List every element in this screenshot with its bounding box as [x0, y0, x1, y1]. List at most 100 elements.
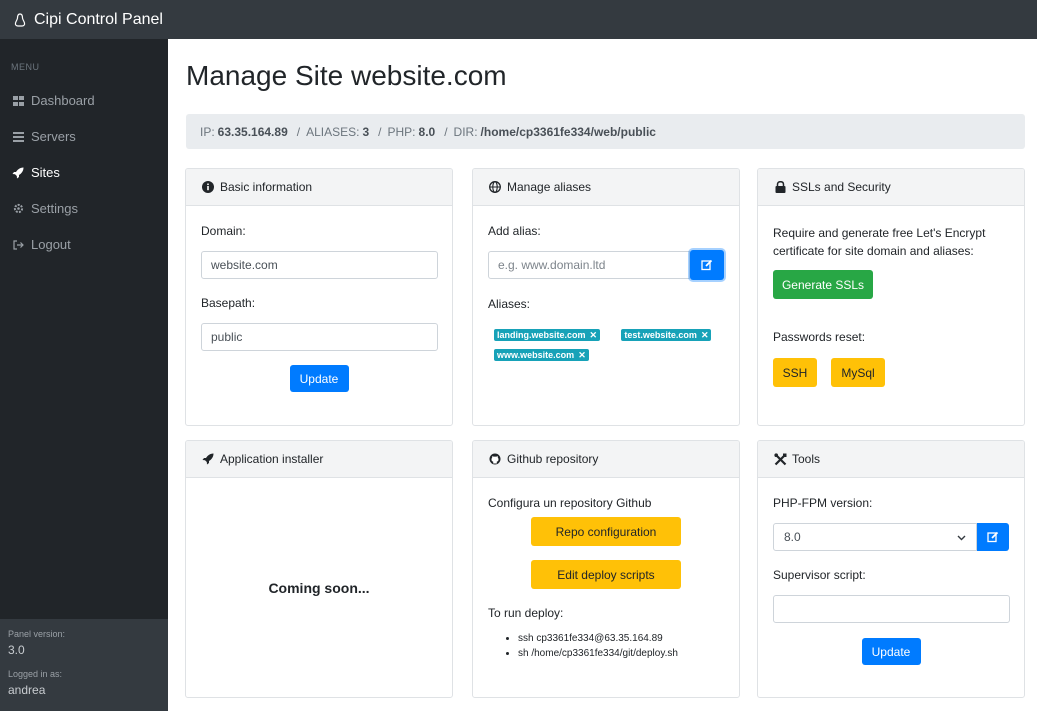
generate-ssls-button[interactable]: Generate SSLs — [773, 270, 873, 299]
alias-name: landing.website.com — [497, 330, 586, 340]
supervisor-label: Supervisor script: — [773, 568, 866, 582]
dashboard-icon — [11, 95, 25, 107]
menu-heading: MENU — [11, 62, 40, 72]
basic-update-button[interactable]: Update — [289, 365, 349, 392]
info-separator: / — [296, 124, 301, 139]
card-header: Application installer — [186, 441, 452, 478]
passwords-reset-label: Passwords reset: — [773, 330, 866, 344]
ip-label: IP: — [200, 124, 215, 139]
basic-info-card: Basic information Domain: Basepath: Upda… — [185, 168, 453, 426]
alias-name: www.website.com — [497, 350, 575, 360]
remove-alias-icon[interactable]: ✕ — [701, 330, 709, 341]
panel-version-value: 3.0 — [8, 643, 25, 657]
chevron-down-icon — [957, 530, 966, 544]
php-fpm-apply-button[interactable] — [977, 523, 1009, 551]
alias-badge: www.website.com ✕ — [494, 349, 589, 361]
rocket-icon — [11, 167, 25, 179]
card-body: Configura un repository Github Repo conf… — [473, 478, 739, 678]
alias-input[interactable] — [488, 251, 691, 279]
alias-list: landing.website.com ✕ test.website.com ✕… — [488, 327, 724, 361]
edit-deploy-scripts-button[interactable]: Edit deploy scripts — [531, 560, 681, 589]
card-title: Manage aliases — [507, 180, 592, 194]
deploy-command-list: ssh cp3361fe334@63.35.164.89 sh /home/cp… — [488, 633, 724, 659]
card-header: Tools — [758, 441, 1024, 478]
php-fpm-select[interactable]: 8.0 — [773, 523, 978, 551]
php-fpm-selected: 8.0 — [784, 530, 801, 544]
app-installer-card: Application installer Coming soon... — [185, 440, 453, 698]
logged-in-label: Logged in as: — [8, 669, 63, 679]
manage-aliases-card: Manage aliases Add alias: Aliases: landi… — [472, 168, 740, 426]
edit-icon — [701, 259, 713, 271]
basepath-label: Basepath: — [201, 296, 256, 310]
github-icon — [488, 452, 502, 466]
tools-update-button[interactable]: Update — [861, 638, 921, 665]
card-title: Github repository — [507, 452, 599, 466]
card-header: Github repository — [473, 441, 739, 478]
top-navbar: Cipi Control Panel — [0, 0, 1037, 39]
deploy-command: ssh cp3361fe334@63.35.164.89 — [518, 633, 724, 644]
add-alias-button[interactable] — [690, 250, 724, 280]
alias-badge: landing.website.com ✕ — [494, 329, 601, 341]
aliases-count-value: 3 — [362, 124, 370, 139]
sidebar-item-sites[interactable]: Sites — [11, 165, 60, 180]
sidebar-item-label: Servers — [31, 129, 76, 144]
alias-name: test.website.com — [624, 330, 697, 340]
card-title: Application installer — [220, 452, 324, 466]
php-fpm-label: PHP-FPM version: — [773, 496, 873, 510]
sidebar-footer: Panel version: 3.0 Logged in as: andrea — [0, 619, 168, 711]
card-header: SSLs and Security — [758, 169, 1024, 206]
page-title: Manage Site website.com — [186, 60, 507, 91]
reset-mysql-button[interactable]: MySql — [831, 358, 885, 387]
sidebar-item-label: Logout — [31, 237, 71, 252]
rocket-icon — [201, 452, 215, 466]
aliases-list-label: Aliases: — [488, 297, 531, 311]
supervisor-script-input[interactable] — [773, 595, 1010, 623]
sidebar-item-label: Dashboard — [31, 93, 95, 108]
add-alias-label: Add alias: — [488, 224, 541, 238]
coming-soon-text: Coming soon... — [268, 580, 370, 596]
domain-label: Domain: — [201, 224, 246, 238]
repo-configuration-button[interactable]: Repo configuration — [531, 517, 681, 546]
linux-penguin-icon — [14, 12, 26, 27]
panel-version-label: Panel version: — [8, 629, 66, 639]
aliases-count-label: ALIASES: — [306, 124, 360, 139]
github-repository-card: Github repository Configura un repositor… — [472, 440, 740, 698]
sidebar-item-label: Settings — [31, 201, 78, 216]
dir-label: DIR: — [453, 124, 478, 139]
card-title: Basic information — [220, 180, 313, 194]
tools-card: Tools PHP-FPM version: 8.0 Supervisor sc… — [757, 440, 1025, 698]
card-body: Require and generate free Let's Encrypt … — [758, 206, 1024, 402]
sidebar-item-dashboard[interactable]: Dashboard — [11, 93, 95, 108]
basepath-input[interactable] — [201, 323, 438, 351]
php-label: PHP: — [387, 124, 416, 139]
info-circle-icon — [201, 180, 215, 194]
run-deploy-label: To run deploy: — [488, 606, 564, 620]
sidebar-item-logout[interactable]: Logout — [11, 237, 71, 252]
dir-value: /home/cp3361fe334/web/public — [480, 124, 656, 139]
logout-icon — [11, 239, 25, 251]
servers-icon — [11, 131, 25, 143]
main-content: Manage Site website.com IP: 63.35.164.89… — [168, 39, 1037, 711]
ip-value: 63.35.164.89 — [217, 124, 288, 139]
card-body: Add alias: Aliases: landing.website.com … — [473, 206, 739, 376]
domain-input[interactable] — [201, 251, 438, 279]
info-separator: / — [444, 124, 448, 139]
gear-icon — [11, 203, 25, 215]
remove-alias-icon[interactable]: ✕ — [590, 330, 598, 341]
card-header: Basic information — [186, 169, 452, 206]
edit-icon — [987, 531, 999, 543]
globe-icon — [488, 180, 502, 194]
remove-alias-icon[interactable]: ✕ — [578, 350, 586, 361]
github-intro: Configura un repository Github — [488, 496, 652, 510]
card-body: Coming soon... — [186, 478, 452, 697]
alias-badge: test.website.com ✕ — [621, 329, 712, 341]
sidebar-item-settings[interactable]: Settings — [11, 201, 78, 216]
sidebar-item-servers[interactable]: Servers — [11, 129, 76, 144]
tools-icon — [773, 452, 787, 466]
php-value: 8.0 — [418, 124, 436, 139]
app-title[interactable]: Cipi Control Panel — [34, 11, 163, 29]
lock-icon — [773, 180, 787, 194]
reset-ssh-button[interactable]: SSH — [773, 358, 817, 387]
logged-in-user: andrea — [8, 683, 46, 697]
card-body: Domain: Basepath: Update — [186, 206, 452, 407]
